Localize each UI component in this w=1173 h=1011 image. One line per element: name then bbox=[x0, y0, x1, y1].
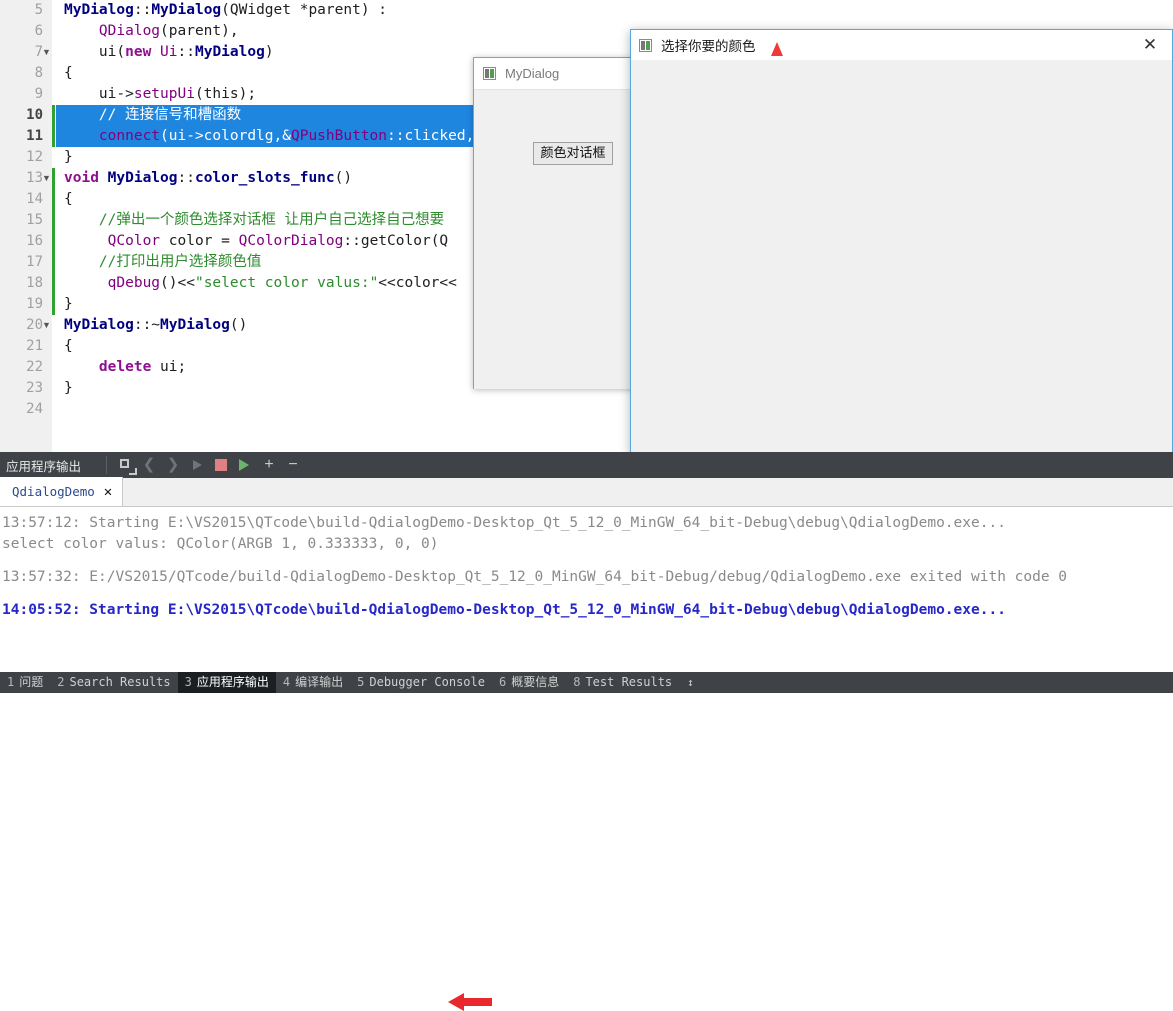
color-dialog-title: 选择你要的颜色 bbox=[661, 39, 756, 54]
application-output-pane: 应用程序输出 ❮ ❯ + − QdialogDemo ✕ 13:57:12: S… bbox=[0, 452, 1173, 1011]
console-line: select color valus: QColor(ARGB 1, 0.333… bbox=[2, 536, 439, 552]
line-number: 24 bbox=[26, 401, 43, 417]
run-icon[interactable] bbox=[187, 455, 207, 475]
color-dialog[interactable]: 选择你要的颜色 ✕ Basic colors Pick Screen Color… bbox=[630, 29, 1173, 455]
zoom-in-icon[interactable]: + bbox=[259, 455, 279, 475]
statusbar-item-label: Debugger Console bbox=[369, 675, 485, 689]
red-left-arrow-annotation-icon bbox=[448, 993, 492, 1011]
line-number: 8 bbox=[34, 65, 43, 81]
color-dialog-body bbox=[631, 60, 1172, 454]
line-number: 21 bbox=[26, 338, 43, 354]
statusbar-item-label: Search Results bbox=[69, 675, 171, 689]
mydialog-body: 颜色对话框 bbox=[474, 90, 644, 389]
change-marker bbox=[52, 273, 55, 294]
close-icon[interactable]: ✕ bbox=[104, 484, 112, 500]
statusbar-expand-icon[interactable]: ↕ bbox=[687, 677, 694, 688]
line-number: 23 bbox=[26, 380, 43, 396]
output-tabbar: QdialogDemo ✕ bbox=[0, 477, 1173, 507]
line-number: 14 bbox=[26, 191, 43, 207]
line-number: 19 bbox=[26, 296, 43, 312]
toolbar-divider bbox=[106, 456, 107, 474]
prev-item-icon[interactable]: ❮ bbox=[139, 455, 159, 475]
clear-icon[interactable] bbox=[115, 455, 137, 475]
statusbar-item-label: Test Results bbox=[585, 675, 673, 689]
mydialog-titlebar[interactable]: MyDialog bbox=[474, 58, 644, 90]
change-marker bbox=[52, 231, 55, 252]
line-number: 15 bbox=[26, 212, 43, 228]
output-toolbar: 应用程序输出 ❮ ❯ + − bbox=[0, 452, 1173, 478]
statusbar-item-number: 6 bbox=[498, 675, 507, 689]
line-number: 11 bbox=[26, 128, 43, 144]
statusbar-item-label: 问题 bbox=[19, 675, 44, 689]
line-number: 16 bbox=[26, 233, 43, 249]
code-line[interactable]: MyDialog::MyDialog(QWidget *parent) : bbox=[56, 0, 1173, 21]
application-icon bbox=[483, 67, 496, 80]
stop-icon[interactable] bbox=[211, 455, 231, 475]
statusbar-item-5[interactable]: 5 Debugger Console bbox=[350, 672, 492, 693]
statusbar-item-number: 1 bbox=[7, 675, 15, 689]
statusbar-item-number: 3 bbox=[184, 675, 192, 689]
output-pane-title: 应用程序输出 bbox=[6, 458, 82, 474]
zoom-out-icon[interactable]: − bbox=[283, 455, 303, 475]
color-dialog-titlebar[interactable]: 选择你要的颜色 ✕ bbox=[631, 30, 1172, 60]
console-line: 13:57:12: Starting E:\VS2015\QTcode\buil… bbox=[2, 515, 1006, 531]
statusbar-item-6[interactable]: 6 概要信息 bbox=[492, 672, 566, 693]
line-number: 5 bbox=[34, 2, 43, 18]
statusbar-item-3[interactable]: 3 应用程序输出 bbox=[177, 672, 276, 693]
line-number: 6 bbox=[34, 23, 43, 39]
statusbar-item-number: 5 bbox=[357, 675, 365, 689]
line-number: 17 bbox=[26, 254, 43, 270]
red-up-arrow-annotation-icon bbox=[771, 42, 783, 56]
rerun-icon[interactable] bbox=[235, 455, 255, 475]
change-marker bbox=[52, 252, 55, 273]
statusbar-item-label: 概要信息 bbox=[511, 675, 560, 689]
statusbar-item-number: 4 bbox=[282, 675, 291, 689]
statusbar-item-1[interactable]: 1 问题 bbox=[0, 672, 50, 693]
fold-chevron-down-icon[interactable]: ▼ bbox=[42, 42, 54, 63]
change-marker bbox=[52, 294, 55, 315]
line-number: 22 bbox=[26, 359, 43, 375]
line-number: 10 bbox=[26, 107, 43, 123]
fold-chevron-down-icon[interactable]: ▼ bbox=[42, 315, 54, 336]
statusbar-item-2[interactable]: 2 Search Results bbox=[50, 672, 177, 693]
line-number-gutter: 5 6 7 8 9 10 11 12 13 14 15 16 17 18 19 20 21 22 23 24 bbox=[0, 0, 52, 452]
statusbar-item-4[interactable]: 4 编译输出 bbox=[276, 672, 350, 693]
change-marker bbox=[52, 168, 55, 189]
line-number: 18 bbox=[26, 275, 43, 291]
console-spacer bbox=[0, 588, 1173, 600]
close-icon[interactable]: ✕ bbox=[1128, 30, 1172, 60]
change-marker bbox=[52, 210, 55, 231]
color-dialog-button[interactable]: 颜色对话框 bbox=[533, 142, 613, 165]
line-number: 9 bbox=[34, 86, 43, 102]
change-marker bbox=[52, 126, 55, 147]
output-tab-label: QdialogDemo bbox=[12, 484, 95, 499]
application-icon bbox=[639, 38, 652, 52]
console-line: 13:57:32: E:/VS2015/QTcode/build-Qdialog… bbox=[2, 569, 1068, 585]
statusbar-item-label: 编译输出 bbox=[295, 675, 344, 689]
change-marker bbox=[52, 189, 55, 210]
line-number: 12 bbox=[26, 149, 43, 165]
statusbar-item-number: 8 bbox=[573, 675, 581, 689]
next-item-icon[interactable]: ❯ bbox=[163, 455, 183, 475]
mydialog-window[interactable]: MyDialog 颜色对话框 bbox=[473, 57, 645, 389]
console-line: 14:05:52: Starting E:\VS2015\QTcode\buil… bbox=[2, 602, 1006, 618]
console-output[interactable]: 13:57:12: Starting E:\VS2015\QTcode\buil… bbox=[0, 507, 1173, 670]
statusbar-item-number: 2 bbox=[57, 675, 65, 689]
console-spacer bbox=[0, 555, 1173, 567]
statusbar-item-label: 应用程序输出 bbox=[196, 675, 269, 689]
change-marker bbox=[52, 105, 55, 126]
mydialog-title: MyDialog bbox=[505, 66, 560, 81]
status-bar: 1 问题 2 Search Results 3 应用程序输出 4 编译输出 5 Debugger … bbox=[0, 672, 1173, 693]
output-tab-qdialogdemo[interactable]: QdialogDemo ✕ bbox=[0, 477, 124, 506]
statusbar-item-8[interactable]: 8 Test Results bbox=[566, 672, 679, 693]
